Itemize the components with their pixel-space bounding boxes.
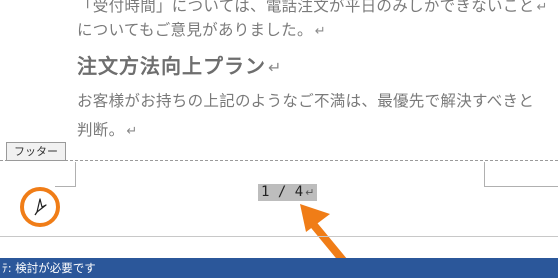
- mouse-pointer-icon: [34, 198, 47, 216]
- status-bar: ﾃ: 検討が必要です: [0, 258, 558, 278]
- footer-label-tab: フッター: [6, 142, 66, 161]
- margin-crop-mark: [484, 162, 485, 186]
- document-area[interactable]: 「受付時間」については、電話注文が平日のみしかできないこと ↵ についてもご意見が…: [0, 0, 558, 270]
- paragraph-mark: ↵: [305, 186, 315, 199]
- section-heading[interactable]: 注文方法向上プラン ↵: [77, 50, 282, 79]
- body-text-line[interactable]: 「受付時間」については、電話注文が平日のみしかできないこと ↵: [77, 0, 548, 16]
- body-text-line[interactable]: についてもご意見がありました。 ↵: [77, 18, 326, 40]
- paragraph-mark: ↵: [536, 0, 548, 15]
- status-bar-text: ﾃ: 検討が必要です: [2, 261, 96, 275]
- page-number-field[interactable]: 1 / 4 ↵: [258, 184, 318, 201]
- footer-boundary-line: [0, 160, 558, 161]
- paragraph-mark: ↵: [126, 124, 138, 139]
- paragraph-mark: ↵: [314, 24, 326, 39]
- body-text-line[interactable]: お客様がお持ちの上記のようなご不満は、最優先で解決すべきと: [77, 89, 534, 111]
- cursor-highlight-circle: [20, 187, 60, 227]
- margin-crop-mark: [484, 186, 558, 187]
- paragraph-mark: ↵: [268, 58, 283, 77]
- margin-crop-mark: [75, 162, 76, 186]
- body-text-line[interactable]: 判断。 ↵: [77, 118, 138, 140]
- margin-crop-mark: [55, 186, 76, 187]
- page-divider: [0, 236, 558, 237]
